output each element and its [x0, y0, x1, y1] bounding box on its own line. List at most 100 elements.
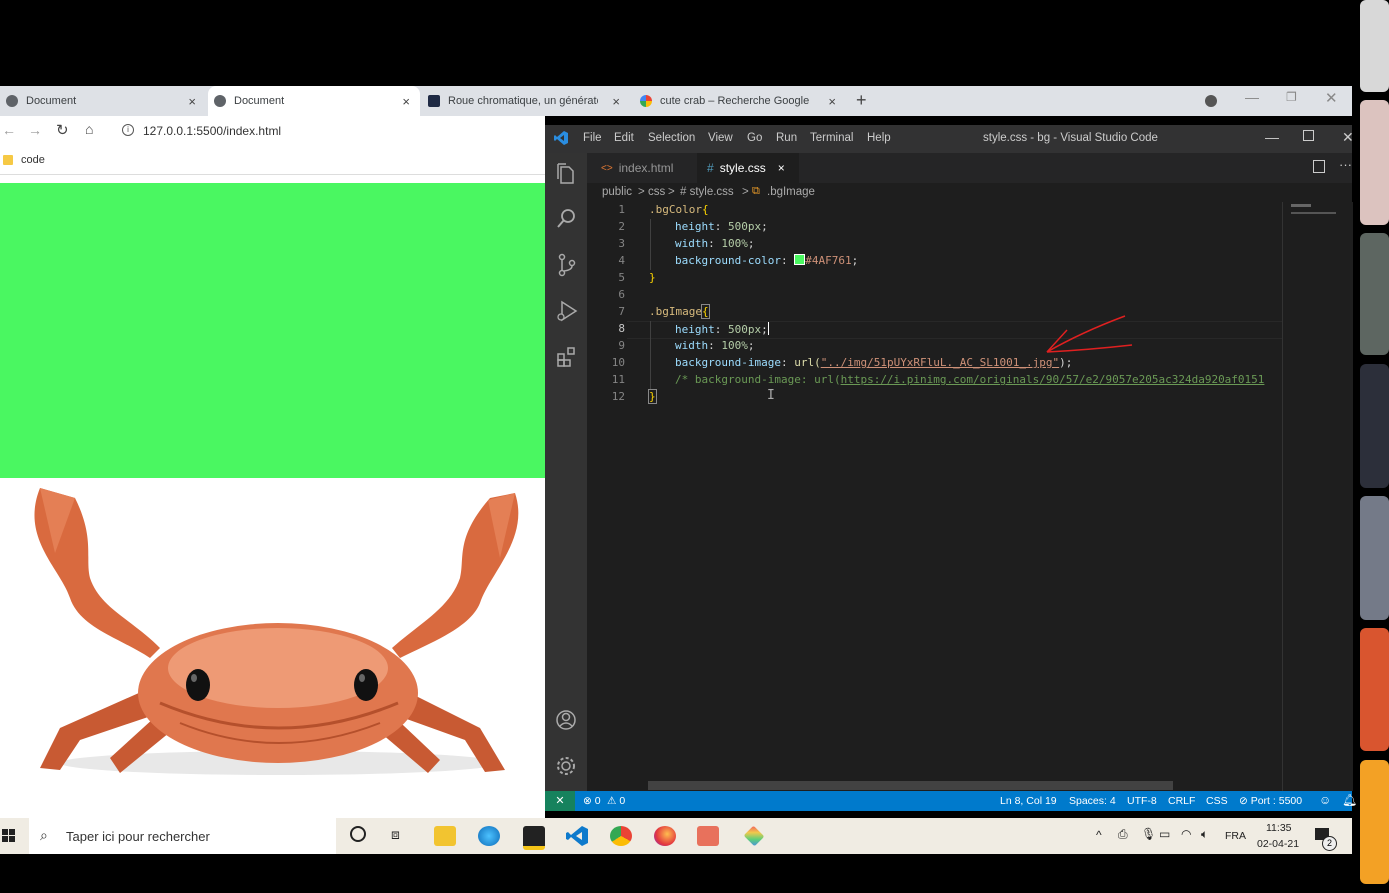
bookmark-code[interactable]: code — [21, 154, 45, 166]
cursor-position[interactable]: Ln 8, Col 19 — [1000, 795, 1057, 807]
side-thumbnail[interactable] — [1360, 364, 1389, 488]
edge-icon[interactable] — [478, 826, 500, 846]
sticky-notes-icon[interactable] — [523, 826, 545, 850]
remote-icon[interactable]: ✕ — [545, 791, 575, 811]
minimap[interactable] — [1282, 202, 1353, 791]
run-debug-icon[interactable] — [556, 299, 578, 323]
language-mode[interactable]: CSS — [1206, 795, 1228, 807]
code-line: /* background-image: url(https://i.pinim… — [675, 373, 1265, 386]
browser-tab-color-wheel[interactable]: Roue chromatique, un générateu × — [422, 86, 630, 116]
menu-selection[interactable]: Selection — [648, 132, 695, 144]
vscode-title-bar: File Edit Selection View Go Run Terminal… — [545, 125, 1354, 153]
window-title: style.css - bg - Visual Studio Code — [983, 132, 1158, 144]
close-tab-icon[interactable]: × — [612, 94, 620, 109]
tab-index-html[interactable]: <> index.html — [587, 153, 697, 183]
profile-icon[interactable] — [1205, 95, 1217, 107]
taskbar-search-box[interactable]: ⌕ Taper ici pour rechercher — [29, 818, 336, 854]
breadcrumb-file[interactable]: # style.css — [680, 186, 734, 198]
menu-run[interactable]: Run — [776, 132, 797, 144]
task-view-icon[interactable]: ⧈ — [391, 826, 400, 843]
menu-view[interactable]: View — [708, 132, 733, 144]
encoding[interactable]: UTF-8 — [1127, 795, 1157, 807]
code-line: .bgColor{ — [649, 203, 709, 216]
menu-help[interactable]: Help — [867, 132, 891, 144]
feedback-icon[interactable]: ☺ — [1319, 793, 1331, 807]
breadcrumb-public[interactable]: public — [602, 186, 632, 198]
extensions-icon[interactable] — [556, 346, 578, 368]
menu-go[interactable]: Go — [747, 132, 762, 144]
search-icon[interactable] — [556, 207, 578, 229]
accounts-icon[interactable] — [555, 709, 577, 731]
tab-style-css[interactable]: # style.css × — [697, 153, 799, 183]
back-icon[interactable]: ← — [2, 122, 16, 138]
warnings-count[interactable]: ⚠ 0 — [607, 795, 625, 807]
close-tab-icon[interactable]: × — [402, 94, 410, 109]
reload-icon[interactable]: ↻ — [56, 121, 69, 139]
code-editor[interactable]: 1 2 3 4 5 6 7 8 9 10 11 12 .bgColor{ hei… — [587, 202, 1282, 780]
red-arrow-annotation — [1046, 315, 1133, 353]
color-wheel-favicon-icon — [428, 95, 440, 107]
side-thumbnail[interactable] — [1360, 628, 1389, 751]
source-control-icon[interactable] — [556, 253, 578, 277]
close-tab-icon[interactable]: × — [778, 161, 785, 175]
browser-tab-document-1[interactable]: Document × — [0, 86, 206, 116]
clock-date[interactable]: 02-04-21 — [1257, 838, 1299, 850]
settings-gear-icon[interactable] — [555, 755, 577, 777]
more-actions-icon[interactable]: ··· — [1339, 157, 1352, 172]
breadcrumb-selector[interactable]: .bgImage — [767, 186, 815, 198]
errors-count[interactable]: ⊗ 0 — [583, 795, 601, 807]
firefox-icon[interactable] — [654, 826, 676, 846]
home-icon[interactable]: ⌂ — [85, 121, 93, 137]
side-thumbnail[interactable] — [1360, 233, 1389, 355]
app-badge-icon[interactable] — [697, 826, 719, 846]
restore-icon[interactable]: ❐ — [1286, 90, 1297, 104]
file-explorer-icon[interactable] — [434, 826, 456, 846]
color-swatch[interactable] — [794, 254, 806, 265]
editor-tabs: <> index.html # style.css × ··· — [587, 153, 1352, 183]
vscode-minimize-icon[interactable]: — — [1265, 129, 1279, 145]
new-tab-button[interactable]: + — [856, 90, 867, 111]
indent-spaces[interactable]: Spaces: 4 — [1069, 795, 1116, 807]
split-editor-icon[interactable] — [1313, 160, 1325, 173]
menu-terminal[interactable]: Terminal — [810, 132, 853, 144]
horizontal-scrollbar[interactable] — [648, 781, 1173, 790]
activity-bar — [545, 153, 587, 791]
html-file-icon: <> — [601, 162, 613, 174]
vscode-close-icon[interactable]: ✕ — [1342, 129, 1354, 146]
vscode-taskbar-icon[interactable] — [566, 826, 588, 846]
close-tab-icon[interactable]: × — [828, 94, 836, 109]
windows-start-icon[interactable] — [2, 829, 16, 843]
close-window-icon[interactable]: ✕ — [1325, 89, 1338, 107]
close-tab-icon[interactable]: × — [188, 94, 196, 109]
volume-icon[interactable]: 🔈︎ — [1201, 827, 1208, 842]
url-bar[interactable]: 127.0.0.1:5500/index.html — [143, 124, 281, 138]
side-thumbnail[interactable] — [1360, 496, 1389, 620]
code-line: width: 100%; — [675, 339, 755, 352]
forward-icon[interactable]: → — [28, 122, 42, 138]
input-language[interactable]: FRA — [1225, 830, 1246, 842]
minimize-icon[interactable]: — — [1245, 89, 1259, 105]
side-thumbnail[interactable] — [1360, 0, 1389, 92]
browser-tab-google[interactable]: cute crab – Recherche Google × — [634, 86, 846, 116]
breadcrumb-css[interactable]: css — [648, 186, 665, 198]
browser-tab-document-2[interactable]: Document × — [208, 86, 420, 116]
chrome-icon[interactable] — [610, 826, 632, 846]
show-hidden-icons-chevron-icon[interactable]: ^ — [1096, 828, 1102, 842]
clock-time[interactable]: 11:35 — [1266, 822, 1292, 834]
side-thumbnail[interactable] — [1360, 100, 1389, 225]
tray-device-icon[interactable]: ⎙ — [1118, 827, 1128, 842]
cortana-icon[interactable] — [350, 826, 366, 842]
vscode-maximize-icon[interactable] — [1303, 130, 1314, 141]
menu-edit[interactable]: Edit — [614, 132, 634, 144]
side-thumbnail[interactable] — [1360, 760, 1389, 884]
menu-file[interactable]: File — [583, 132, 602, 144]
wifi-icon[interactable]: ◠ — [1181, 827, 1191, 841]
paint-3d-icon[interactable] — [743, 825, 765, 847]
notifications-bell-icon[interactable]: 🔔︎ — [1342, 793, 1357, 807]
microphone-icon[interactable]: 🎙︎ — [1141, 827, 1156, 841]
site-info-icon[interactable]: i — [122, 124, 134, 136]
line-ending[interactable]: CRLF — [1168, 795, 1195, 807]
battery-icon[interactable]: ▭ — [1159, 827, 1170, 841]
explorer-icon[interactable] — [556, 163, 576, 185]
live-server-port[interactable]: ⊘ Port : 5500 — [1239, 795, 1302, 807]
